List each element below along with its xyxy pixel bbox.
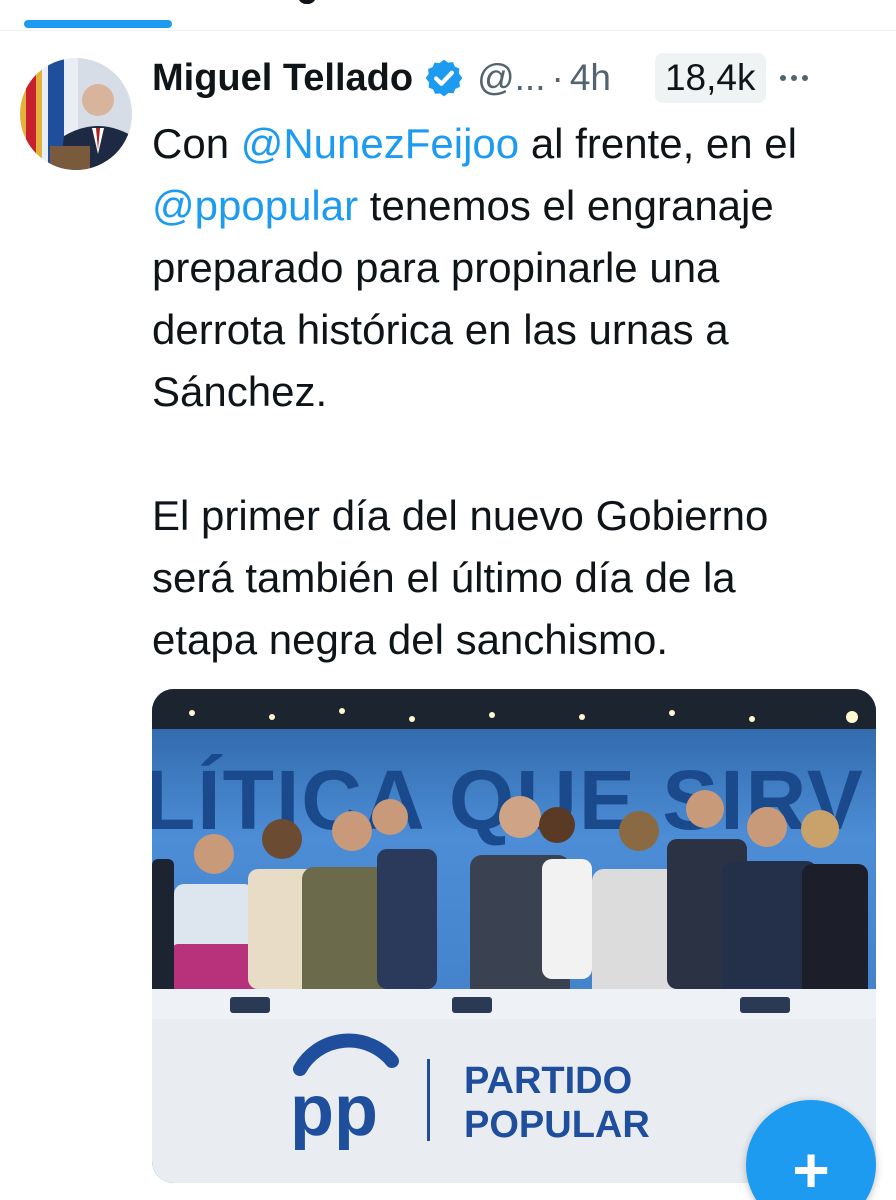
media-logo-mark: pp	[290, 1071, 378, 1151]
tab-label-fragment[interactable]	[298, 0, 316, 4]
separator-dot: ·	[551, 57, 564, 98]
mention-nunezfeijoo[interactable]: @NunezFeijoo	[241, 120, 519, 167]
tweet-media-image[interactable]: LÍTICA QUE SIRV pp PARTIDO POPULAR	[152, 689, 876, 1183]
mention-ppopular[interactable]: @ppopular	[152, 182, 358, 229]
tweet-text-segment: al frente, en el	[519, 120, 797, 167]
verified-badge-icon	[423, 57, 465, 99]
author-handle[interactable]: @...	[477, 57, 545, 99]
active-tab-indicator	[24, 20, 172, 28]
tweet-header: Miguel Tellado @... · 4h 18,4k	[152, 48, 884, 108]
media-logo-line1: PARTIDO	[464, 1060, 632, 1102]
media-logo-line2: POPULAR	[464, 1104, 650, 1146]
avatar[interactable]	[20, 58, 132, 170]
tweet-paragraph-2: El primer día del nuevo Gobierno será ta…	[152, 492, 769, 663]
tweet-timestamp[interactable]: 4h	[570, 57, 611, 99]
views-count-badge[interactable]: 18,4k	[654, 53, 766, 103]
author-name[interactable]: Miguel Tellado	[152, 57, 413, 100]
top-tab-strip	[0, 0, 896, 31]
tweet-text: Con @NunezFeijoo al frente, en el @ppopul…	[152, 113, 882, 671]
tweet-screen: Miguel Tellado @... · 4h 18,4k Con @Nune…	[0, 0, 896, 1200]
compose-plus-icon: +	[792, 1134, 830, 1200]
tweet-paragraph-1: Con @NunezFeijoo al frente, en el @ppopul…	[152, 120, 797, 415]
more-options-icon[interactable]	[779, 75, 808, 81]
